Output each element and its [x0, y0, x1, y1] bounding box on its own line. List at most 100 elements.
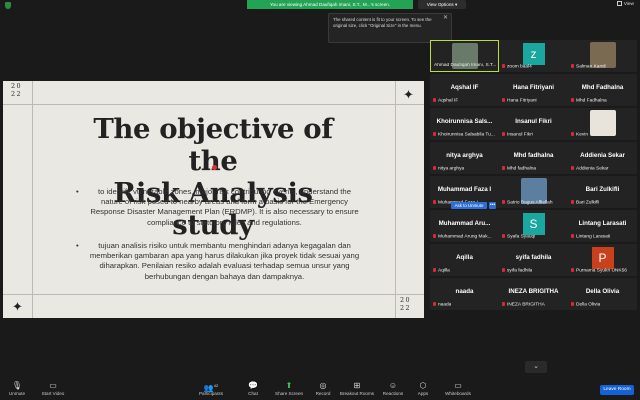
slide-divider-top	[3, 104, 424, 105]
apps-label: Apps	[417, 391, 429, 396]
participant-name-label: Muhammad Arung Mak...	[433, 233, 492, 241]
mic-muted-icon	[433, 199, 436, 204]
whiteboards-button[interactable]: ▭ Whiteboards	[442, 378, 474, 400]
record-icon: ◎	[319, 381, 327, 390]
mic-muted-icon	[571, 131, 574, 136]
participant-name: Della Olivia	[576, 302, 601, 307]
participant-name: Insanul Fikri	[507, 132, 533, 137]
participant-name: Kevin	[576, 132, 588, 137]
participant-tile[interactable]: Khoirunnisa Sals... Khoirunnisa Salsabila…	[430, 108, 499, 140]
participant-display-name: Della Olivia	[585, 288, 620, 295]
participant-tile[interactable]: Bari Zulkifli Bari Zulkifli	[568, 176, 637, 208]
participant-display-name: Khoirunnisa Sals...	[436, 118, 493, 125]
participant-tile[interactable]: Satrio Bagus Affiellah	[499, 176, 568, 208]
participant-tile[interactable]: syifa fadhila syifa fadhila	[499, 244, 568, 276]
participant-name: INEZA BRIGITHA	[507, 302, 545, 307]
gallery-next-page-button[interactable]: ⌄	[525, 361, 547, 373]
participant-display-name: syifa fadhila	[515, 254, 552, 261]
participant-tile[interactable]: Della Olivia Della Olivia	[568, 278, 637, 310]
record-button[interactable]: ◎ Record	[312, 378, 334, 400]
participants-count: 42	[213, 383, 219, 388]
participant-display-name: Mhd fadhalna	[513, 152, 554, 159]
sparkle-icon: ✦	[12, 299, 23, 314]
slide-divider-left	[32, 81, 33, 318]
mic-muted-icon	[571, 63, 574, 68]
video-thumbnail	[589, 110, 616, 136]
participant-tile[interactable]: nitya arghya nitya arghya	[430, 142, 499, 174]
participant-tile[interactable]: S Syafa Syauqi	[499, 210, 568, 242]
participant-tile[interactable]: Aqshal IF Aqshal IF	[430, 74, 499, 106]
participant-tile[interactable]: Salman Kamil	[568, 40, 637, 72]
participant-name-label: Lintang Larasati	[571, 233, 610, 241]
view-options-button[interactable]: View Options ▾	[418, 0, 466, 9]
participant-tile[interactable]: z zoom baal4	[499, 40, 568, 72]
mic-muted-icon	[433, 301, 436, 306]
bullet-dot: •	[76, 241, 79, 250]
sparkle-icon: ✦	[403, 87, 414, 102]
apps-button[interactable]: ⬡ Apps	[414, 378, 432, 400]
participant-tile[interactable]: Mhd fadhalna Mhd fadhalna	[499, 142, 568, 174]
start-video-button[interactable]: ▭ Start Video	[38, 378, 68, 400]
participant-tile[interactable]: naada naada	[430, 278, 499, 310]
mic-muted-icon	[433, 267, 436, 272]
participant-tile[interactable]: Kevin	[568, 108, 637, 140]
participant-tile[interactable]: Insanul Fikri Insanul Fikri	[499, 108, 568, 140]
reactions-label: Reactions	[382, 391, 404, 396]
participant-name-label: INEZA BRIGITHA	[502, 301, 545, 309]
participant-display-name: INEZA BRIGITHA	[508, 288, 559, 295]
participant-tile[interactable]: Mhd Fadhalna Mhd Fadhalna	[568, 74, 637, 106]
participant-tile[interactable]: Muhammad Aru... Muhammad Arung Mak...	[430, 210, 499, 242]
participant-tile[interactable]: Hana Fitriyani Hana Fitriyani	[499, 74, 568, 106]
participant-name-label: syifa fadhila	[502, 267, 533, 275]
start-video-label: Start Video	[41, 391, 65, 396]
participant-name-label: Satrio Bagus Affiellah	[502, 199, 553, 207]
breakout-rooms-button[interactable]: ⊞ Breakout Rooms	[339, 378, 375, 400]
unmute-button[interactable]: 🎙 Unmute	[4, 378, 30, 400]
participant-name-label: Syafa Syauqi	[502, 233, 535, 241]
tooltip-text: The shared content is fit to your screen…	[333, 17, 432, 28]
more-options-button[interactable]: •••	[489, 202, 496, 209]
leave-room-button[interactable]: Leave Room	[600, 385, 634, 395]
chat-button[interactable]: 💬 Chat	[243, 378, 263, 400]
ask-to-unmute-button[interactable]: Ask to Unmute	[451, 202, 487, 209]
mic-muted-icon	[433, 97, 436, 102]
mic-muted-icon	[502, 233, 505, 238]
mic-muted-icon	[433, 233, 436, 238]
participant-display-name: nitya arghya	[446, 152, 483, 159]
participant-tile[interactable]: P Purnama Syukri UNK56	[568, 244, 637, 276]
close-icon[interactable]: ✕	[443, 15, 448, 21]
mic-muted-icon	[502, 267, 505, 272]
participant-name-label: Addienia Sekar	[571, 165, 609, 173]
participants-button[interactable]: 👥42 Participants	[196, 378, 226, 400]
share-screen-button[interactable]: ⬆ Share Screen	[275, 378, 303, 400]
mic-muted-icon	[571, 301, 574, 306]
participant-name: Satrio Bagus Affiellah	[507, 200, 553, 205]
view-button[interactable]: View	[616, 1, 634, 9]
participant-name: Aqilla	[438, 268, 450, 273]
share-screen-icon: ⬆	[285, 381, 293, 390]
participant-tile[interactable]: Addienia Sekar Addienia Sekar	[568, 142, 637, 174]
bullet-dot: •	[76, 187, 79, 196]
security-shield-icon[interactable]	[5, 2, 11, 9]
bullet-english: • to identify vulnerable zones, major ri…	[76, 187, 361, 228]
participant-tile[interactable]: Lintang Larasati Lintang Larasati	[568, 210, 637, 242]
participant-name-label: Della Olivia	[571, 301, 601, 309]
participant-name: syifa fadhila	[507, 268, 533, 273]
participant-display-name: Addienia Sekar	[580, 152, 625, 159]
participant-name-label: Aqilla	[433, 267, 450, 275]
whiteboards-icon: ▭	[454, 381, 462, 390]
participant-display-name: Insanul Fikri	[515, 118, 552, 125]
participant-tile[interactable]: Aqilla Aqilla	[430, 244, 499, 276]
participant-tile[interactable]: Ahmad Daufiqah Imani, S.T...	[430, 40, 499, 72]
participant-name: Bari Zulkifli	[576, 200, 600, 205]
reactions-button[interactable]: ☺ Reactions	[381, 378, 405, 400]
mic-muted-icon	[502, 199, 505, 204]
participant-tile[interactable]: INEZA BRIGITHA INEZA BRIGITHA	[499, 278, 568, 310]
year-label-top: 20 22	[11, 82, 22, 98]
unmute-label: Unmute	[8, 391, 26, 396]
participant-name: Ahmad Daufiqah Imani, S.T...	[434, 63, 497, 68]
chat-icon: 💬	[248, 381, 258, 390]
participant-name: nitya arghya	[438, 166, 465, 171]
bullet-indonesian: • tujuan analisis risiko untuk membantu …	[76, 241, 361, 282]
bullet-indonesian-text: tujuan analisis risiko untuk membantu me…	[89, 241, 360, 281]
